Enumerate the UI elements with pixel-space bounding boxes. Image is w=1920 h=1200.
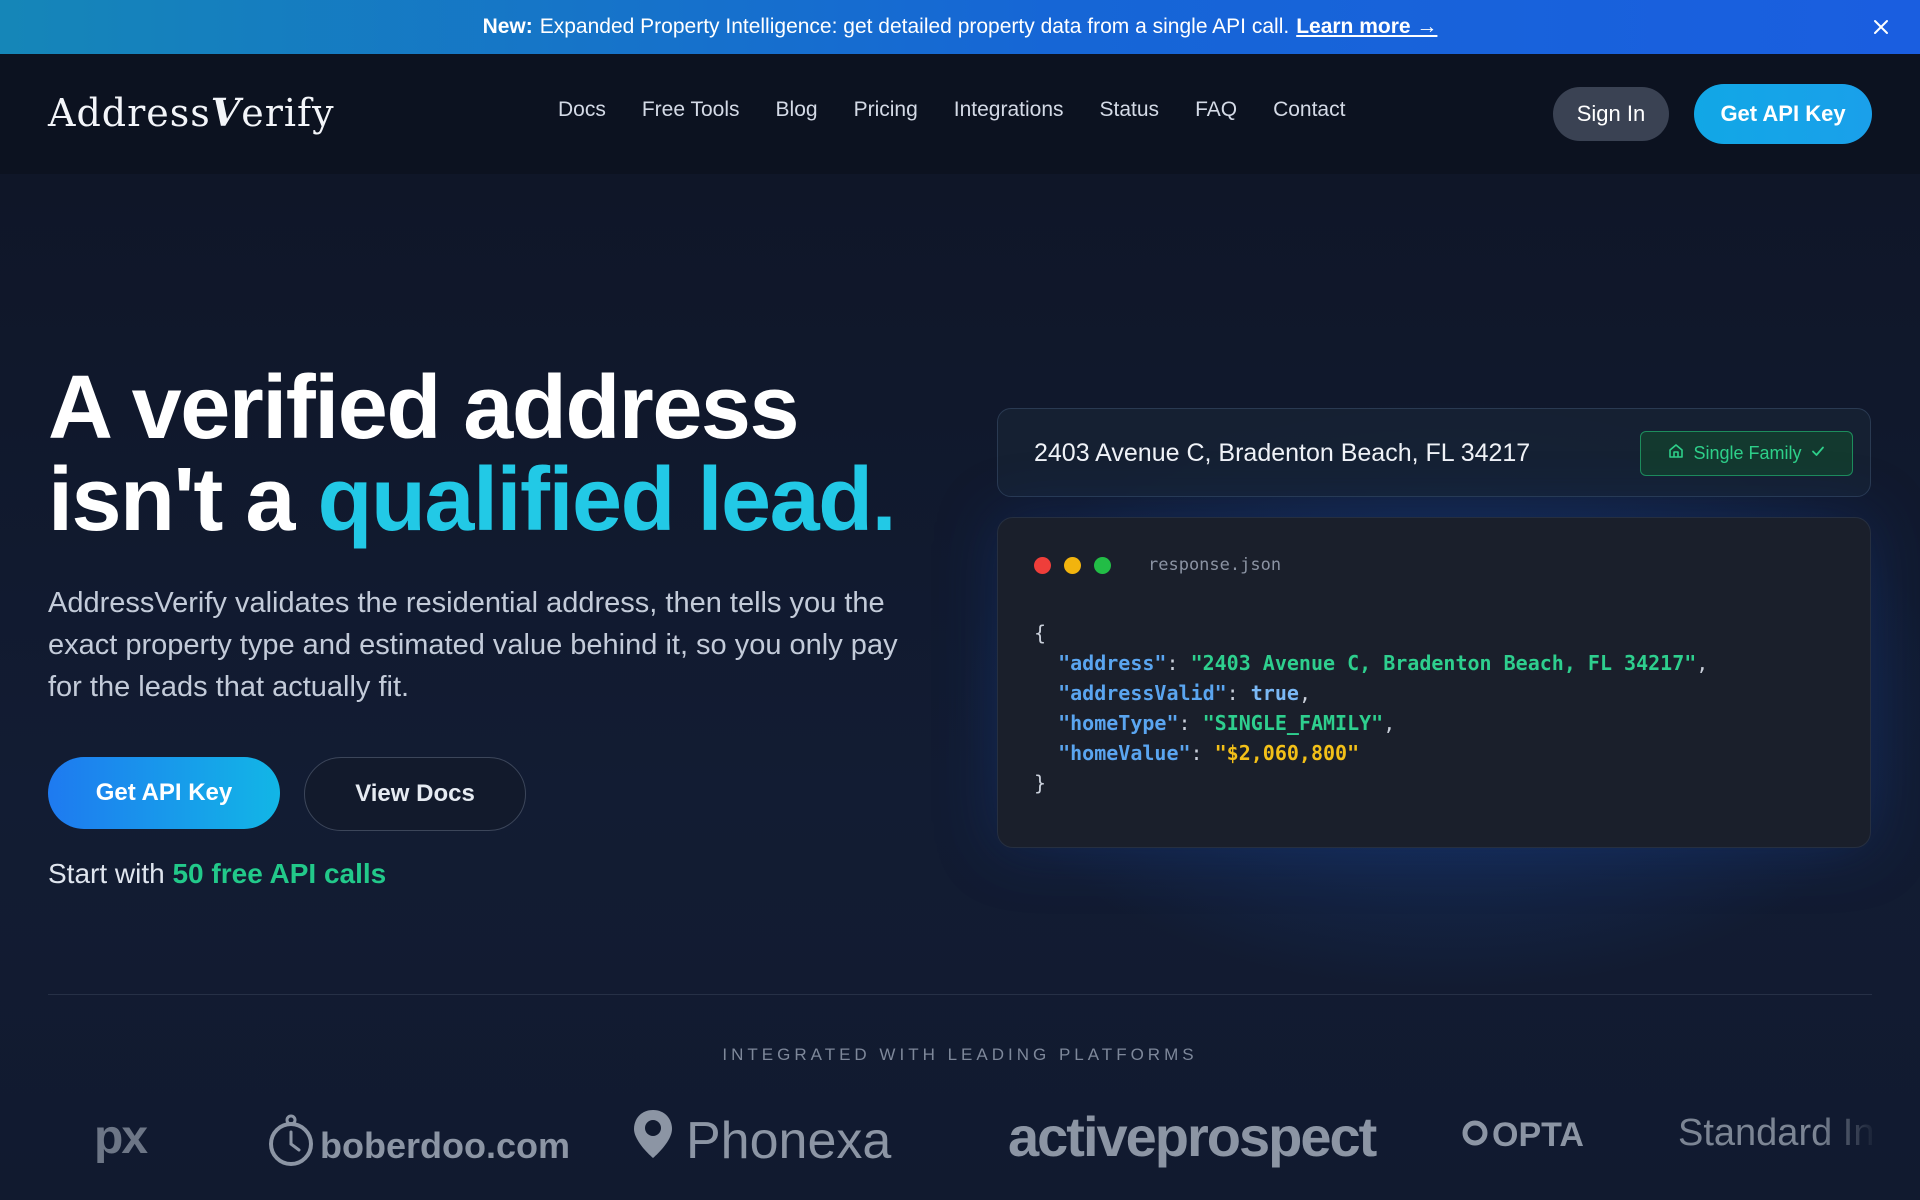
- code-val-value: "$2,060,800": [1214, 741, 1360, 765]
- nav-contact[interactable]: Contact: [1273, 98, 1345, 122]
- close-dot-icon: [1034, 557, 1051, 574]
- section-divider: [48, 994, 1872, 995]
- announcement-text: Expanded Property Intelligence: get deta…: [539, 15, 1290, 38]
- code-val-valid: true: [1250, 681, 1299, 705]
- logo-activeprospect: activeprospect: [1008, 1105, 1377, 1168]
- free-prefix: Start with: [48, 858, 173, 889]
- headline-line1: A verified address: [48, 358, 800, 458]
- free-calls-note: Start with 50 free API calls: [48, 858, 386, 890]
- location-pin-icon: [630, 1106, 676, 1175]
- free-highlight[interactable]: 50 free API calls: [172, 858, 386, 889]
- opta-ring-icon: [1462, 1116, 1488, 1155]
- hero-get-api-key-button[interactable]: Get API Key: [48, 757, 280, 829]
- logo-check-v: V: [210, 90, 242, 135]
- logo-boberdoo: boberdoo.com: [266, 1114, 570, 1177]
- logo-text-erify: erify: [241, 91, 335, 135]
- code-key-value: "homeValue": [1058, 741, 1191, 765]
- hero-subheadline: AddressVerify validates the residential …: [48, 587, 898, 703]
- nav-get-api-key-button[interactable]: Get API Key: [1694, 84, 1872, 144]
- integrations-heading: INTEGRATED WITH LEADING PLATFORMS: [722, 1045, 1198, 1064]
- code-open-brace: {: [1034, 621, 1047, 645]
- property-type-badge: Single Family: [1640, 431, 1853, 476]
- code-block: { "address": "2403 Avenue C, Bradenton B…: [1034, 621, 1709, 795]
- window-controls: [1034, 557, 1111, 574]
- code-key-address: "address": [1058, 651, 1167, 675]
- logo-opta-text: OPTA: [1492, 1116, 1584, 1154]
- nav-free-tools[interactable]: Free Tools: [642, 98, 740, 122]
- close-icon[interactable]: [1868, 14, 1894, 40]
- check-icon: [1810, 443, 1826, 464]
- code-val-address: "2403 Avenue C, Bradenton Beach, FL 3421…: [1190, 651, 1697, 675]
- code-key-valid: "addressValid": [1058, 681, 1227, 705]
- nav-docs[interactable]: Docs: [558, 98, 606, 122]
- stopwatch-icon: [266, 1114, 316, 1177]
- code-val-type: "SINGLE_FAMILY": [1202, 711, 1384, 735]
- maximize-dot-icon: [1094, 557, 1111, 574]
- logo[interactable]: AddressVerify: [48, 90, 335, 135]
- logo-opta: OPTA: [1462, 1116, 1584, 1155]
- sign-in-button[interactable]: Sign In: [1553, 87, 1669, 141]
- view-docs-button[interactable]: View Docs: [304, 757, 526, 831]
- announcement-bar: New: Expanded Property Intelligence: get…: [0, 0, 1920, 54]
- logo-standard: Standard In: [1678, 1112, 1875, 1154]
- nav-blog[interactable]: Blog: [776, 98, 818, 122]
- partner-logos: px boberdoo.com Phonexa activeprospect O…: [0, 1105, 1920, 1200]
- nav-status[interactable]: Status: [1100, 98, 1160, 122]
- logo-phonexa: Phonexa: [630, 1106, 891, 1175]
- logo-px: px: [94, 1111, 148, 1164]
- learn-more-link[interactable]: Learn more →: [1296, 15, 1437, 39]
- main-menu: Docs Free Tools Blog Pricing Integration…: [558, 98, 1381, 122]
- address-card: 2403 Avenue C, Bradenton Beach, FL 34217…: [997, 408, 1871, 497]
- logo-phonexa-text: Phonexa: [686, 1111, 892, 1170]
- hero-headline: A verified address isn't a qualified lea…: [48, 362, 948, 546]
- code-filename: response.json: [1148, 555, 1282, 575]
- address-value: 2403 Avenue C, Bradenton Beach, FL 34217: [1034, 439, 1531, 467]
- headline-accent: qualified lead.: [317, 450, 896, 550]
- nav-pricing[interactable]: Pricing: [854, 98, 918, 122]
- logo-boberdoo-text: boberdoo.com: [320, 1124, 570, 1166]
- logo-text-address: Address: [48, 91, 211, 135]
- top-nav: AddressVerify Docs Free Tools Blog Prici…: [0, 54, 1920, 174]
- announcement-label: New:: [482, 15, 533, 38]
- headline-line2: isn't a: [48, 450, 318, 550]
- code-key-type: "homeType": [1058, 711, 1179, 735]
- home-icon: [1667, 442, 1685, 465]
- code-close-brace: }: [1034, 771, 1047, 795]
- minimize-dot-icon: [1064, 557, 1081, 574]
- badge-label: Single Family: [1693, 443, 1802, 463]
- nav-faq[interactable]: FAQ: [1195, 98, 1237, 122]
- nav-integrations[interactable]: Integrations: [954, 98, 1064, 122]
- response-code-card: response.json { "address": "2403 Avenue …: [997, 517, 1871, 848]
